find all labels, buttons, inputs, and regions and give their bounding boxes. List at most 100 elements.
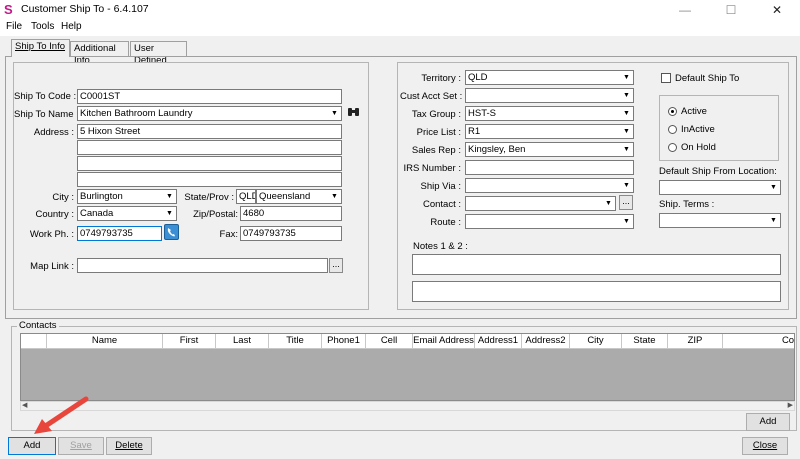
default-ship-to-checkbox[interactable] (661, 73, 671, 83)
chevron-down-icon: ▼ (605, 200, 612, 207)
cust-acct-set-combo[interactable]: ▼ (465, 88, 634, 103)
column-header-phone1[interactable]: Phone1 (322, 334, 366, 349)
contact-label: Contact : (422, 199, 461, 210)
state-code-input[interactable]: QLD (236, 189, 256, 204)
address-line4-input[interactable] (77, 172, 342, 187)
close-window-button[interactable]: ✕ (754, 0, 800, 20)
city-value: Burlington (80, 191, 123, 202)
cust-acct-set-label: Cust Acct Set : (400, 91, 463, 102)
column-header-email[interactable]: Email Address (413, 334, 475, 349)
route-label: Route : (430, 217, 461, 228)
ship-via-label: Ship Via : (420, 181, 462, 192)
work-phone-input[interactable]: 0749793735 (77, 226, 162, 241)
column-header-address2[interactable]: Address2 (522, 334, 570, 349)
price-list-combo[interactable]: R1 ▼ (465, 124, 634, 139)
route-combo[interactable]: ▼ (465, 214, 634, 229)
country-combo[interactable]: Canada ▼ (77, 206, 177, 221)
chevron-down-icon: ▼ (770, 217, 777, 224)
column-header-company[interactable]: Com (723, 334, 794, 349)
contacts-scrollbar[interactable]: ◀ ▶ (20, 401, 795, 411)
chevron-down-icon: ▼ (623, 110, 630, 117)
menu-help[interactable]: Help (61, 21, 82, 32)
map-link-input[interactable] (77, 258, 328, 273)
tax-group-combo[interactable]: HST-S ▼ (465, 106, 634, 121)
ship-terms-combo[interactable]: ▼ (659, 213, 781, 228)
phone-dial-icon[interactable] (164, 224, 179, 240)
fax-input[interactable]: 0749793735 (240, 226, 342, 241)
default-ship-from-combo[interactable]: ▼ (659, 180, 781, 195)
zip-label: Zip/Postal: (193, 209, 238, 220)
ship-to-name-value: Kitchen Bathroom Laundry (80, 108, 193, 119)
map-link-label: Map Link : (30, 261, 74, 272)
column-header-address1[interactable]: Address1 (475, 334, 522, 349)
column-header-cell[interactable]: Cell (366, 334, 413, 349)
notes-label: Notes 1 & 2 : (413, 241, 468, 252)
chevron-down-icon: ▼ (623, 92, 630, 99)
inactive-radio[interactable] (668, 125, 677, 134)
notes2-input[interactable] (412, 281, 781, 302)
irs-number-input[interactable] (465, 160, 634, 175)
contact-browse-button[interactable]: ... (619, 195, 633, 210)
sales-rep-value: Kingsley, Ben (468, 144, 526, 155)
territory-combo[interactable]: QLD ▼ (465, 70, 634, 85)
work-phone-label: Work Ph. : (29, 229, 74, 240)
column-header-city[interactable]: City (570, 334, 622, 349)
maximize-button[interactable]: ☐ (708, 0, 754, 20)
state-value: Queensland (259, 191, 311, 202)
address-line3-input[interactable] (77, 156, 342, 171)
scroll-left-icon[interactable]: ◀ (22, 401, 27, 409)
menu-file[interactable]: File (6, 21, 22, 32)
chevron-down-icon: ▼ (623, 146, 630, 153)
ship-via-combo[interactable]: ▼ (465, 178, 634, 193)
map-link-browse-button[interactable]: ... (329, 258, 343, 273)
active-label: Active (681, 106, 707, 117)
binoculars-icon[interactable] (347, 106, 360, 121)
tab-user-defined[interactable]: User Defined (130, 41, 187, 66)
tab-additional-info[interactable]: Additional Info (70, 41, 129, 66)
address-label: Address : (33, 127, 74, 138)
contacts-grid[interactable]: Name First Last Title Phone1 Cell Email … (20, 333, 795, 401)
column-header-name[interactable]: Name (47, 334, 163, 349)
ship-to-name-combo[interactable]: Kitchen Bathroom Laundry ▼ (77, 106, 342, 121)
contacts-add-button[interactable]: Add (746, 413, 790, 431)
ship-to-code-input[interactable]: C0001ST (77, 89, 342, 104)
chevron-down-icon: ▼ (623, 182, 630, 189)
country-value: Canada (80, 208, 114, 219)
on-hold-radio[interactable] (668, 143, 677, 152)
chevron-down-icon: ▼ (623, 74, 630, 81)
ship-to-name-label: Ship To Name : (14, 109, 79, 120)
chevron-down-icon: ▼ (331, 110, 338, 117)
status-groupbox (659, 95, 779, 161)
territory-value: QLD (468, 72, 488, 83)
contact-combo[interactable]: ▼ (465, 196, 616, 211)
column-header-title[interactable]: Title (269, 334, 322, 349)
close-button[interactable]: Close (742, 437, 788, 455)
ship-to-code-label: Ship To Code : (14, 91, 77, 102)
close-button-label: Close (752, 440, 778, 451)
state-label: State/Prov : (184, 192, 234, 203)
menu-tools[interactable]: Tools (31, 21, 54, 32)
city-label: City : (52, 192, 74, 203)
inactive-label: InActive (681, 124, 715, 135)
chevron-down-icon: ▼ (166, 193, 173, 200)
app-logo-icon: S (4, 2, 13, 17)
active-radio[interactable] (668, 107, 677, 116)
tax-group-label: Tax Group : (411, 109, 461, 120)
minimize-button[interactable]: — (662, 0, 708, 20)
scroll-right-icon[interactable]: ▶ (788, 401, 793, 409)
city-combo[interactable]: Burlington ▼ (77, 189, 177, 204)
sales-rep-combo[interactable]: Kingsley, Ben ▼ (465, 142, 634, 157)
column-header-zip[interactable]: ZIP (668, 334, 723, 349)
column-header-first[interactable]: First (163, 334, 216, 349)
column-header-state[interactable]: State (622, 334, 668, 349)
notes1-input[interactable] (412, 254, 781, 275)
zip-input[interactable]: 4680 (240, 206, 342, 221)
price-list-value: R1 (468, 126, 481, 137)
state-combo[interactable]: Queensland ▼ (256, 189, 342, 204)
address-line1-input[interactable]: 5 Hixon Street (77, 124, 342, 139)
address-line2-input[interactable] (77, 140, 342, 155)
column-header-last[interactable]: Last (216, 334, 269, 349)
default-ship-to-label: Default Ship To (675, 73, 740, 84)
tab-ship-to-info[interactable]: Ship To Info (11, 39, 70, 57)
delete-button[interactable]: Delete (106, 437, 152, 455)
